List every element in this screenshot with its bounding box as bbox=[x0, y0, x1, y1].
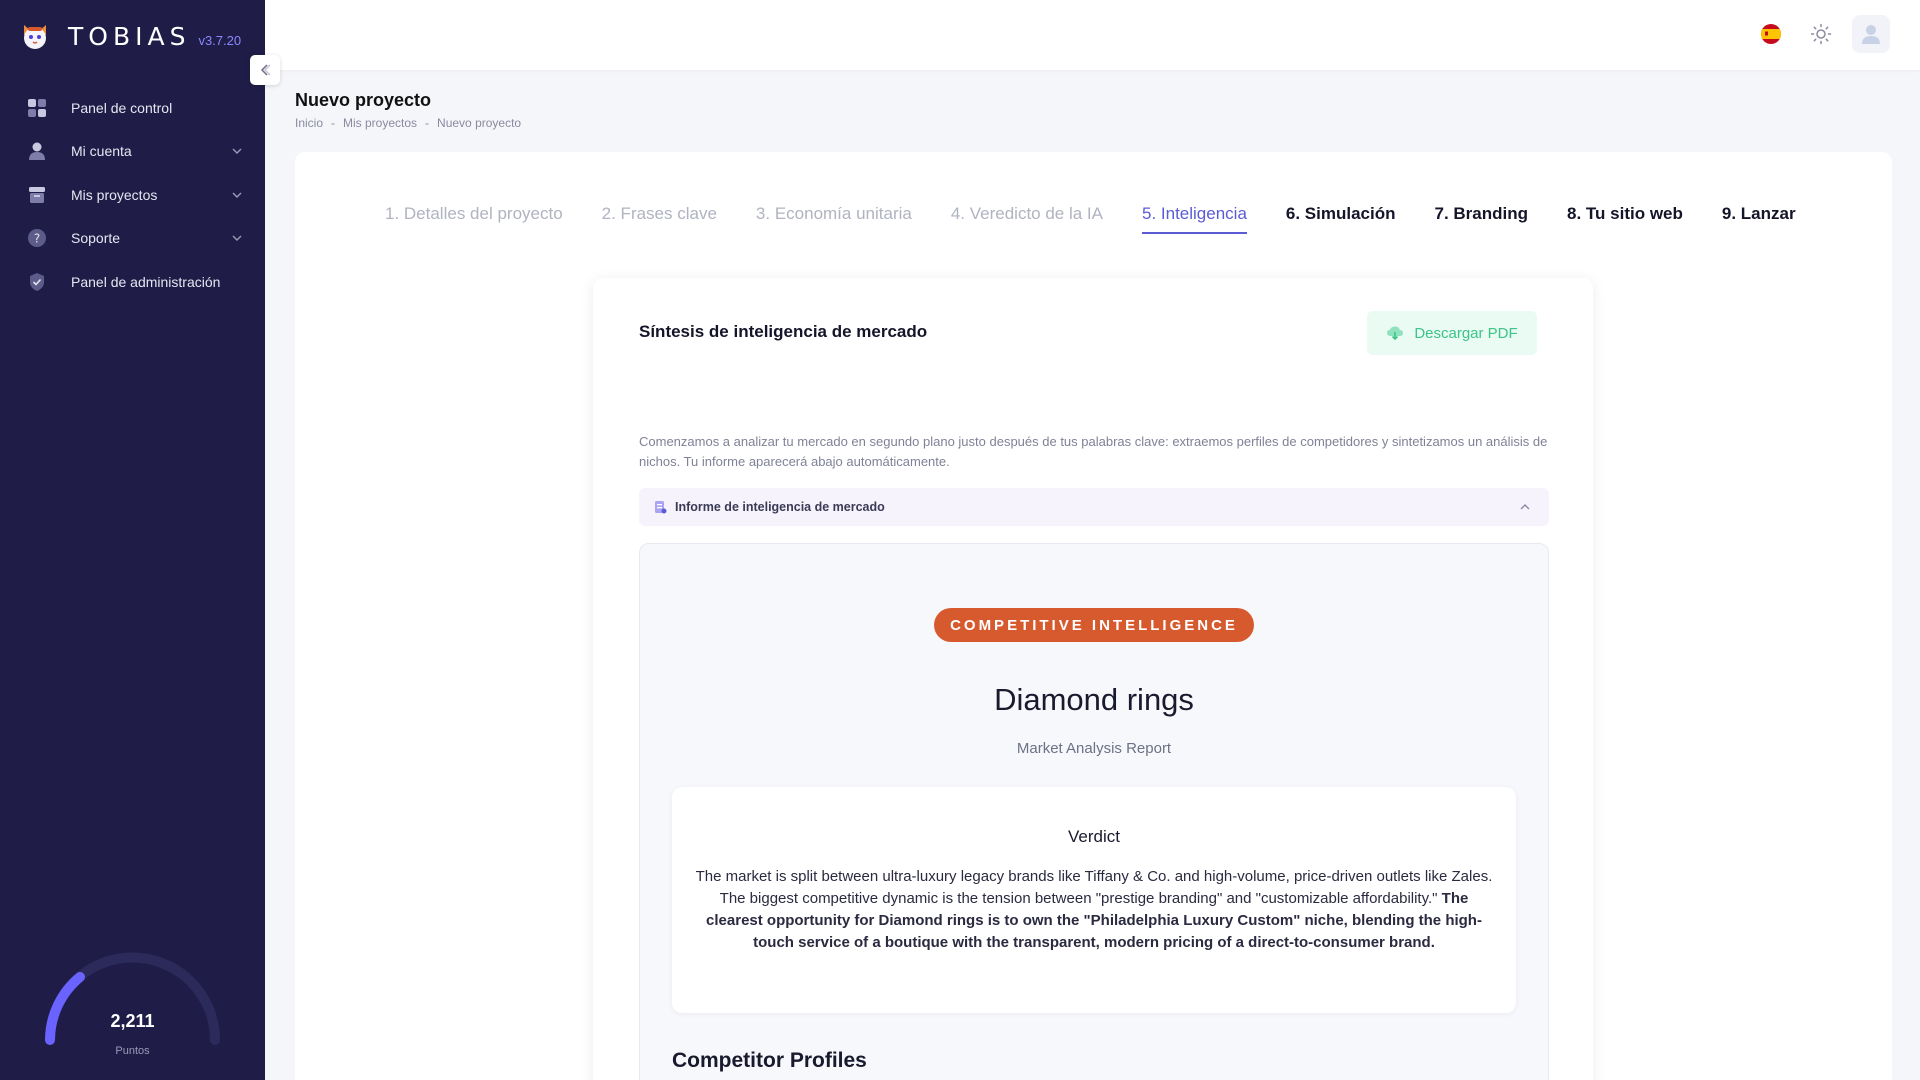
points-gauge: 2,211 Puntos bbox=[40, 945, 225, 1065]
chevron-down-icon bbox=[232, 148, 242, 155]
svg-text:?: ? bbox=[34, 232, 40, 246]
dashboard-icon bbox=[27, 98, 47, 118]
sidebar: TOBIAS v3.7.20 Panel de control Mi cuent… bbox=[0, 0, 265, 1080]
sidebar-item-dashboard[interactable]: Panel de control bbox=[0, 86, 265, 130]
step-branding[interactable]: 7. Branding bbox=[1435, 204, 1529, 234]
top-bar bbox=[265, 0, 1920, 70]
breadcrumb: Inicio - Mis proyectos - Nuevo proyecto bbox=[295, 116, 521, 130]
sidebar-collapse-button[interactable] bbox=[250, 55, 280, 85]
help-icon: ? bbox=[27, 228, 47, 248]
breadcrumb-home[interactable]: Inicio bbox=[295, 116, 323, 130]
brand-name: TOBIAS bbox=[68, 21, 191, 51]
competitor-profiles-heading: Competitor Profiles bbox=[672, 1049, 867, 1072]
sun-icon bbox=[1810, 23, 1832, 45]
language-selector[interactable] bbox=[1752, 15, 1790, 53]
report-badge: COMPETITIVE INTELLIGENCE bbox=[934, 608, 1254, 642]
projects-icon bbox=[27, 185, 47, 205]
download-pdf-label: Descargar PDF bbox=[1414, 324, 1518, 342]
sidebar-nav: Panel de control Mi cuenta Mis proyectos… bbox=[0, 86, 265, 304]
verdict-title: Verdict bbox=[1068, 827, 1120, 846]
theme-toggle[interactable] bbox=[1802, 15, 1840, 53]
intelligence-panel: Síntesis de inteligencia de mercado Desc… bbox=[593, 278, 1593, 1080]
step-intelligence[interactable]: 5. Inteligencia bbox=[1142, 204, 1247, 234]
sidebar-item-label: Panel de control bbox=[71, 99, 173, 116]
sidebar-item-projects[interactable]: Mis proyectos bbox=[0, 173, 265, 217]
sidebar-item-label: Mis proyectos bbox=[71, 186, 158, 203]
chevron-down-icon bbox=[232, 235, 242, 242]
document-icon bbox=[655, 501, 667, 514]
step-project-details[interactable]: 1. Detalles del proyecto bbox=[385, 204, 563, 234]
points-value: 2,211 bbox=[110, 1011, 155, 1031]
sidebar-item-label: Soporte bbox=[71, 230, 121, 247]
step-ai-verdict[interactable]: 4. Veredicto de la IA bbox=[951, 204, 1103, 234]
step-simulation[interactable]: 6. Simulación bbox=[1286, 204, 1396, 234]
spain-flag-icon bbox=[1761, 24, 1781, 44]
user-avatar-icon bbox=[1862, 25, 1880, 44]
sidebar-item-label: Panel de administración bbox=[71, 273, 221, 290]
chevron-up-icon bbox=[1520, 504, 1530, 510]
verdict-text: The market is split between ultra-luxury… bbox=[694, 866, 1494, 954]
user-menu-button[interactable] bbox=[1852, 15, 1890, 53]
step-launch[interactable]: 9. Lanzar bbox=[1722, 204, 1796, 234]
cat-logo-icon bbox=[24, 25, 46, 49]
cloud-download-icon bbox=[1387, 326, 1404, 341]
breadcrumb-projects[interactable]: Mis proyectos bbox=[343, 116, 417, 130]
report-accordion-header[interactable]: Informe de inteligencia de mercado bbox=[639, 488, 1549, 526]
intelligence-description: Comenzamos a analizar tu mercado en segu… bbox=[639, 434, 1548, 469]
download-pdf-button[interactable]: Descargar PDF bbox=[1367, 311, 1537, 355]
breadcrumb-separator: - bbox=[425, 116, 430, 130]
brand-version: v3.7.20 bbox=[198, 33, 242, 48]
page-title: Nuevo proyecto bbox=[295, 90, 432, 110]
brand[interactable]: TOBIAS v3.7.20 bbox=[20, 18, 241, 54]
step-unit-economics[interactable]: 3. Economía unitaria bbox=[756, 204, 912, 234]
sidebar-item-admin[interactable]: Panel de administración bbox=[0, 260, 265, 304]
report-subtitle: Market Analysis Report bbox=[1016, 740, 1172, 757]
breadcrumb-separator: - bbox=[331, 116, 336, 130]
verdict-summary: The market is split between ultra-luxury… bbox=[695, 868, 1493, 907]
wizard-card: 1. Detalles del proyecto 2. Frases clave… bbox=[295, 152, 1892, 1080]
intelligence-title: Síntesis de inteligencia de mercado bbox=[639, 322, 928, 341]
sidebar-item-label: Mi cuenta bbox=[71, 143, 132, 160]
shield-check-icon bbox=[27, 272, 47, 292]
wizard-steps: 1. Detalles del proyecto 2. Frases clave… bbox=[385, 204, 1796, 234]
accordion-label: Informe de inteligencia de mercado bbox=[675, 500, 885, 514]
user-icon bbox=[27, 141, 47, 161]
step-website[interactable]: 8. Tu sitio web bbox=[1567, 204, 1683, 234]
breadcrumb-current: Nuevo proyecto bbox=[437, 116, 522, 130]
chevron-down-icon bbox=[232, 192, 242, 198]
market-report: COMPETITIVE INTELLIGENCE Diamond rings M… bbox=[639, 543, 1549, 1080]
report-title: Diamond rings bbox=[994, 682, 1194, 717]
sidebar-item-support[interactable]: ? Soporte bbox=[0, 217, 265, 261]
verdict-card: Verdict The market is split between ultr… bbox=[672, 787, 1516, 1013]
step-key-phrases[interactable]: 2. Frases clave bbox=[602, 204, 717, 234]
sidebar-item-account[interactable]: Mi cuenta bbox=[0, 130, 265, 174]
chevron-left-icon bbox=[260, 64, 271, 76]
points-label: Puntos bbox=[115, 1045, 150, 1057]
